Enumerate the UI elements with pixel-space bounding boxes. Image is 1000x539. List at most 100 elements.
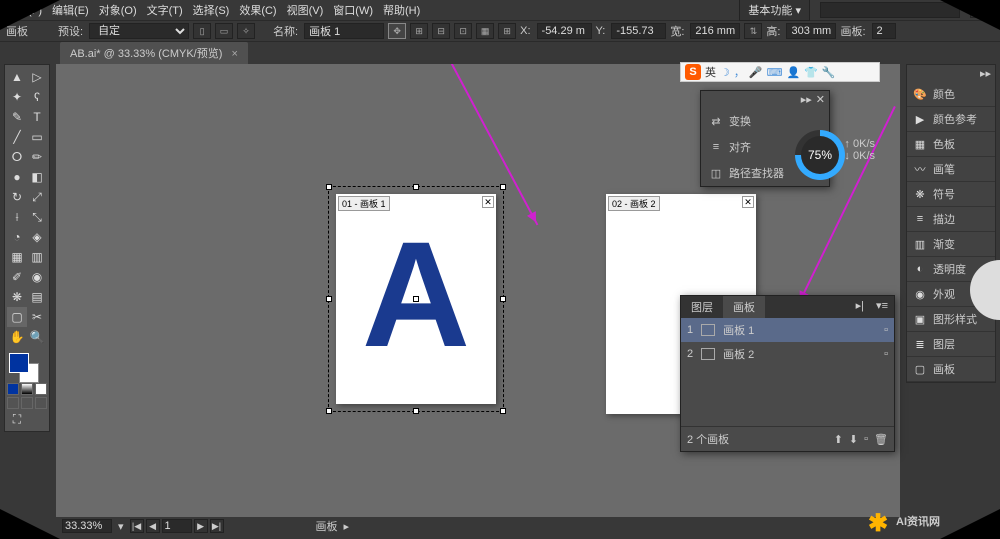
eyedropper-tool[interactable]: ✐: [7, 267, 27, 287]
free-transform-tool[interactable]: ⤡: [27, 207, 47, 227]
last-icon[interactable]: ▶|: [210, 519, 224, 533]
ab-count-input[interactable]: [872, 23, 896, 39]
artboard-tool[interactable]: ▢: [7, 307, 27, 327]
h-input[interactable]: [786, 23, 836, 39]
dock-expand-icon[interactable]: ▸▸: [980, 68, 991, 80]
slice-tool[interactable]: ✂: [27, 307, 47, 327]
menu-effect[interactable]: 效果(C): [239, 2, 276, 18]
zoom-input[interactable]: [62, 519, 112, 533]
name-input[interactable]: [304, 23, 384, 39]
opt1-icon[interactable]: ⊞: [410, 23, 428, 39]
blend-tool[interactable]: ◉: [27, 267, 47, 287]
artboards-panel[interactable]: 图层 画板 ▸| ▾≡ 1 画板 1 ▫ 2 画板 2 ▫ 2 个画板 ⬆ ⬇ …: [680, 295, 895, 452]
portrait-icon[interactable]: ▯: [193, 23, 211, 39]
eraser-tool[interactable]: ◧: [27, 167, 47, 187]
ime-comma-icon[interactable]: ，: [734, 64, 745, 80]
opt4-icon[interactable]: ▦: [476, 23, 494, 39]
dock-artboards[interactable]: ▢画板: [907, 357, 995, 382]
dock-stroke[interactable]: ≡描边: [907, 207, 995, 232]
gradient-tool[interactable]: ▥: [27, 247, 47, 267]
menu-select[interactable]: 选择(S): [193, 2, 230, 18]
type-tool[interactable]: T: [27, 107, 47, 127]
width-tool[interactable]: ⟊: [7, 207, 27, 227]
ime-mic-icon[interactable]: 🎤: [749, 66, 763, 79]
color-mode-fill[interactable]: [7, 383, 19, 395]
line-tool[interactable]: ╱: [7, 127, 27, 147]
tool-dropdown-icon[interactable]: ▸: [344, 520, 350, 533]
symbol-sprayer-tool[interactable]: ❋: [7, 287, 27, 307]
panel-collapse-icon[interactable]: ▸▸: [801, 93, 812, 106]
new-artboard-icon[interactable]: ▫: [864, 433, 868, 446]
dock-colorref[interactable]: ▶颜色参考: [907, 107, 995, 132]
hand-tool[interactable]: ✋: [7, 327, 27, 347]
selection-tool[interactable]: ▲: [7, 67, 27, 87]
mesh-tool[interactable]: ▦: [7, 247, 27, 267]
dock-gradient[interactable]: ▥渐变: [907, 232, 995, 257]
menu-object[interactable]: 对象(O): [99, 2, 137, 18]
color-mode-gradient[interactable]: [21, 383, 33, 395]
artboard-options-icon[interactable]: ▫: [884, 324, 888, 336]
zoom-tool[interactable]: 🔍: [27, 327, 47, 347]
landscape-icon[interactable]: ▭: [215, 23, 233, 39]
sogou-icon[interactable]: S: [685, 64, 701, 80]
draw-normal-icon[interactable]: [7, 397, 19, 409]
draw-behind-icon[interactable]: [21, 397, 33, 409]
color-swatch[interactable]: [7, 351, 47, 381]
blob-brush-tool[interactable]: ●: [7, 167, 27, 187]
y-input[interactable]: [611, 23, 666, 39]
panel-options-icon[interactable]: ▾≡: [870, 296, 894, 318]
menu-type[interactable]: 文字(T): [147, 2, 183, 18]
ime-moon-icon[interactable]: ☽: [720, 66, 730, 79]
delete-artboard-icon[interactable]: 🗑: [874, 433, 888, 446]
ime-keyboard-icon[interactable]: ⌨: [767, 66, 783, 79]
move-up-icon[interactable]: ⬆: [834, 433, 843, 446]
ime-user-icon[interactable]: 👤: [786, 66, 800, 79]
rotate-tool[interactable]: ↻: [7, 187, 27, 207]
close-icon[interactable]: ×: [231, 48, 237, 60]
color-mode-none[interactable]: [35, 383, 47, 395]
preset-select[interactable]: 自定: [89, 23, 189, 39]
graph-tool[interactable]: ▤: [27, 287, 47, 307]
transform-row[interactable]: ⇄变换: [701, 108, 829, 134]
ime-lang[interactable]: 英: [705, 64, 716, 80]
selection-box[interactable]: [328, 186, 504, 412]
dock-swatches[interactable]: ▦色板: [907, 132, 995, 157]
tab-layers[interactable]: 图层: [681, 296, 723, 318]
speed-widget[interactable]: 75% ↑ 0K/s ↓ 0K/s: [795, 130, 845, 180]
page-input[interactable]: [162, 519, 192, 533]
direct-selection-tool[interactable]: ▷: [27, 67, 47, 87]
w-input[interactable]: [690, 23, 740, 39]
menu-window[interactable]: 窗口(W): [333, 2, 373, 18]
move-down-icon[interactable]: ⬇: [849, 433, 858, 446]
first-icon[interactable]: |◀: [130, 519, 144, 533]
pen-tool[interactable]: ✎: [7, 107, 27, 127]
artboard-2-close-icon[interactable]: ✕: [742, 196, 754, 208]
dock-layers[interactable]: ≣图层: [907, 332, 995, 357]
ime-settings-icon[interactable]: 🔧: [822, 66, 836, 79]
move-artwork-icon[interactable]: ✥: [388, 23, 406, 39]
shape-builder-tool[interactable]: ◔: [7, 227, 27, 247]
dock-symbols[interactable]: ❋符号: [907, 182, 995, 207]
new-artboard-icon[interactable]: ✧: [237, 23, 255, 39]
ime-skin-icon[interactable]: 👕: [804, 66, 818, 79]
dock-color[interactable]: 🎨颜色: [907, 82, 995, 107]
artboard-list-item-1[interactable]: 1 画板 1 ▫: [681, 318, 894, 342]
panel-menu-icon[interactable]: ▸|: [850, 296, 870, 318]
opt3-icon[interactable]: ⊡: [454, 23, 472, 39]
panel-close-icon[interactable]: ✕: [816, 93, 825, 106]
search-input[interactable]: [820, 2, 960, 18]
menu-view[interactable]: 视图(V): [287, 2, 324, 18]
tab-artboards[interactable]: 画板: [723, 296, 765, 318]
ime-toolbar[interactable]: S 英 ☽ ， 🎤 ⌨ 👤 👕 🔧: [680, 62, 880, 82]
draw-inside-icon[interactable]: [35, 397, 47, 409]
brush-tool[interactable]: ⵔ: [7, 147, 27, 167]
scale-tool[interactable]: ⤢: [27, 187, 47, 207]
artboard-list-item-2[interactable]: 2 画板 2 ▫: [681, 342, 894, 366]
opt2-icon[interactable]: ⊟: [432, 23, 450, 39]
x-input[interactable]: [537, 23, 592, 39]
lasso-tool[interactable]: ʕ: [27, 87, 47, 107]
magic-wand-tool[interactable]: ✦: [7, 87, 27, 107]
zoom-dropdown-icon[interactable]: ▾: [118, 520, 124, 533]
reference-point-icon[interactable]: ⊞: [498, 23, 516, 39]
next-icon[interactable]: ▶: [194, 519, 208, 533]
